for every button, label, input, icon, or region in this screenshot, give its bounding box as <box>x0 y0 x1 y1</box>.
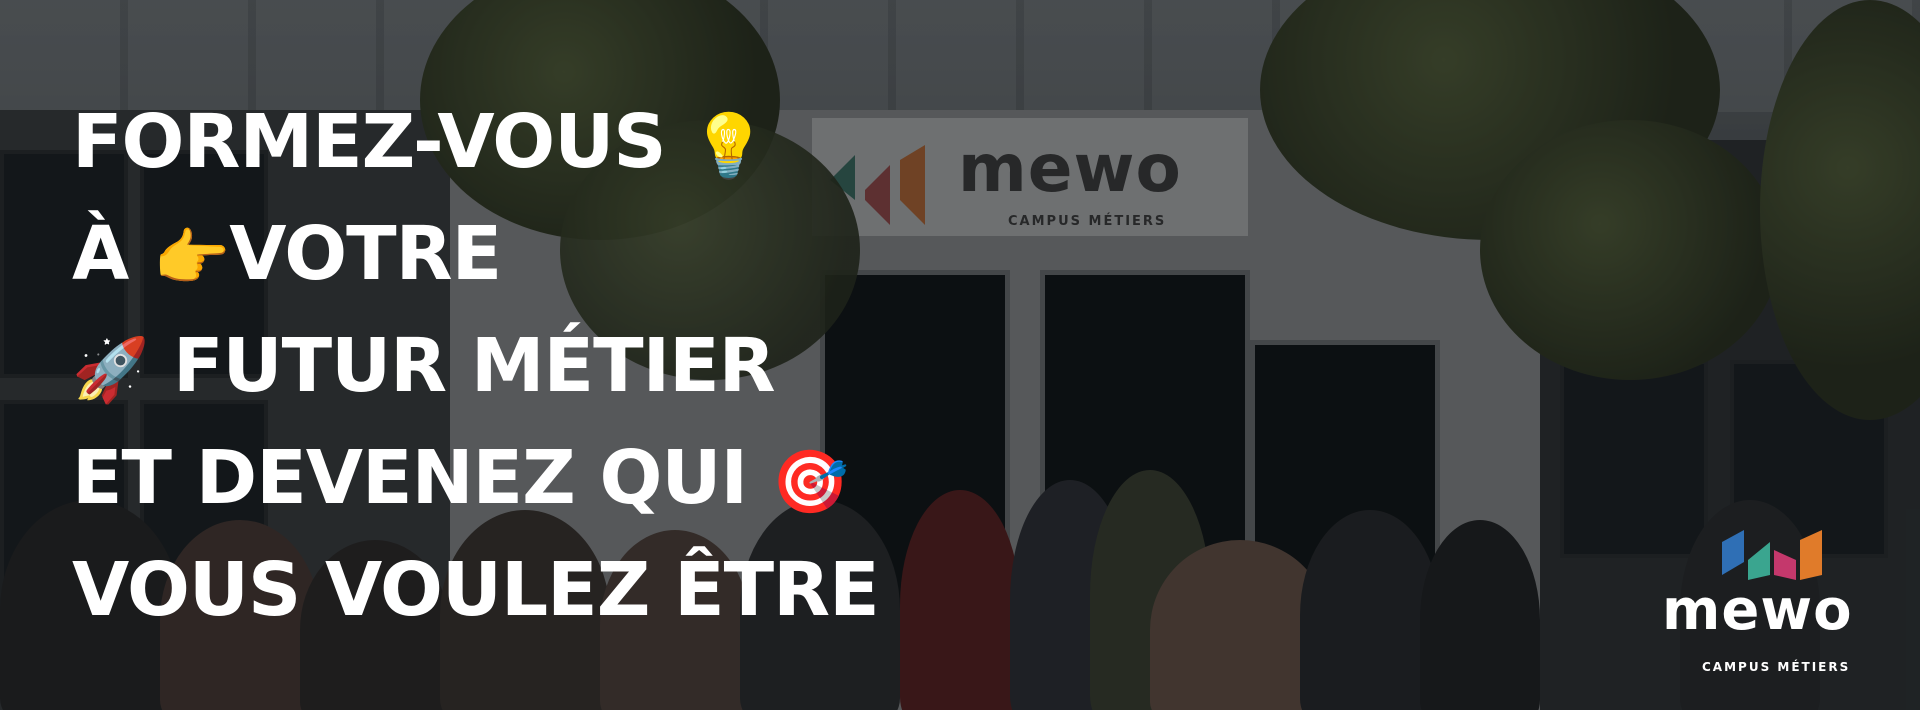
headline-text: FORMEZ-VOUS <box>72 99 667 185</box>
rocket-icon: 🚀 <box>72 333 149 407</box>
headline-line-3: 🚀 FUTUR MÉTIER <box>72 310 879 422</box>
pointing-hand-icon: 👉 <box>153 221 230 295</box>
headline-line-1: FORMEZ-VOUS 💡 <box>72 86 879 198</box>
brand-logo-subtitle: CAMPUS MÉTIERS <box>1702 660 1851 674</box>
brand-logo-wordmark: mewo <box>1662 578 1853 643</box>
brand-logo: mewo CAMPUS MÉTIERS <box>1650 520 1890 690</box>
mewo-logo-mark-icon <box>1722 530 1822 580</box>
target-icon: 🎯 <box>771 445 849 519</box>
headline-line-5: VOUS VOULEZ ÊTRE <box>72 534 880 646</box>
headline: FORMEZ-VOUS 💡 À 👉VOTRE 🚀 FUTUR MÉTIER ET… <box>72 86 880 646</box>
headline-text: ET DEVENEZ QUI <box>72 435 748 521</box>
headline-line-4: ET DEVENEZ QUI 🎯 <box>72 422 879 534</box>
headline-text: VOTRE <box>229 211 502 297</box>
lightbulb-icon: 💡 <box>690 109 767 183</box>
hero-banner: mewo CAMPUS MÉTIERS FORMEZ-VOUS 💡 À 👉VOT… <box>0 0 1920 710</box>
headline-text: À <box>72 211 129 297</box>
headline-text: VOUS VOULEZ ÊTRE <box>72 547 880 633</box>
headline-text: FUTUR MÉTIER <box>172 323 776 409</box>
headline-line-2: À 👉VOTRE <box>72 198 879 310</box>
